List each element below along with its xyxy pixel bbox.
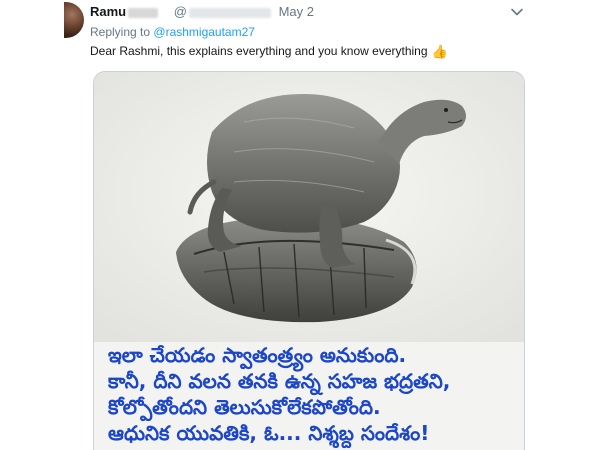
left-margin	[0, 0, 60, 450]
reply-prefix: Replying to	[90, 25, 150, 39]
redacted-handle	[189, 8, 271, 18]
author-name[interactable]: Ramu	[90, 4, 126, 19]
right-margin	[540, 0, 600, 450]
caption-line-1: ఇలా చేయడం స్వాతంత్ర్యం అనుకుంది.	[108, 342, 518, 368]
tweet-header: Ramu @ May 2	[90, 4, 314, 20]
caption-line-3: కోల్పోతోందని తెలుసుకోలేకపోతోంది.	[108, 394, 518, 420]
reply-context: Replying to @rashmigautam27	[90, 25, 255, 39]
author-handle[interactable]: @	[174, 4, 187, 19]
caption-line-2: కానీ, దీని వలన తనకి ఉన్న సహజ భద్రతని,	[108, 368, 518, 394]
chevron-down-icon[interactable]	[509, 4, 525, 20]
thumbs-up-icon: 👍	[432, 45, 448, 59]
tweet-card[interactable]: Ramu @ May 2 Replying to @rashmigautam27…	[60, 0, 540, 450]
reply-handle-link[interactable]: @rashmigautam27	[153, 25, 255, 39]
tortoise-shell-image	[94, 72, 524, 342]
redacted-name	[128, 8, 158, 18]
tweet-media[interactable]: ఇలా చేయడం స్వాతంత్ర్యం అనుకుంది. కానీ, ద…	[93, 71, 525, 450]
screenshot-frame: Ramu @ May 2 Replying to @rashmigautam27…	[0, 0, 600, 450]
caption-line-4: ఆధునిక యువతికి, ఓ... నిశ్శబ్ద సందేశం!	[108, 420, 518, 446]
tweet-date[interactable]: May 2	[279, 4, 314, 19]
tweet-text: Dear Rashmi, this explains everything an…	[90, 44, 448, 59]
avatar[interactable]	[64, 2, 84, 38]
tweet-body: Dear Rashmi, this explains everything an…	[90, 44, 428, 58]
image-caption: ఇలా చేయడం స్వాతంత్ర్యం అనుకుంది. కానీ, ద…	[108, 342, 518, 446]
